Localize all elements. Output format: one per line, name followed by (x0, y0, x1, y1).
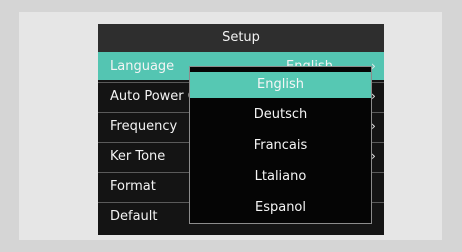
language-option-espanol[interactable]: Espanol (190, 195, 371, 221)
language-option-english[interactable]: English (190, 72, 371, 98)
menu-item-label: Ker Tone (110, 149, 166, 164)
menu-item-label: Language (110, 59, 175, 74)
language-option-ltaliano[interactable]: Ltaliano (190, 164, 371, 190)
language-dropdown: English Deutsch Francais Ltaliano Espano… (189, 66, 372, 224)
menu-title: Setup (98, 24, 384, 52)
menu-item-label: Frequency (110, 119, 178, 134)
language-option-deutsch[interactable]: Deutsch (190, 102, 371, 128)
menu-item-label: Format (110, 179, 156, 194)
menu-item-label: Default (110, 209, 158, 224)
language-option-francais[interactable]: Francais (190, 133, 371, 159)
